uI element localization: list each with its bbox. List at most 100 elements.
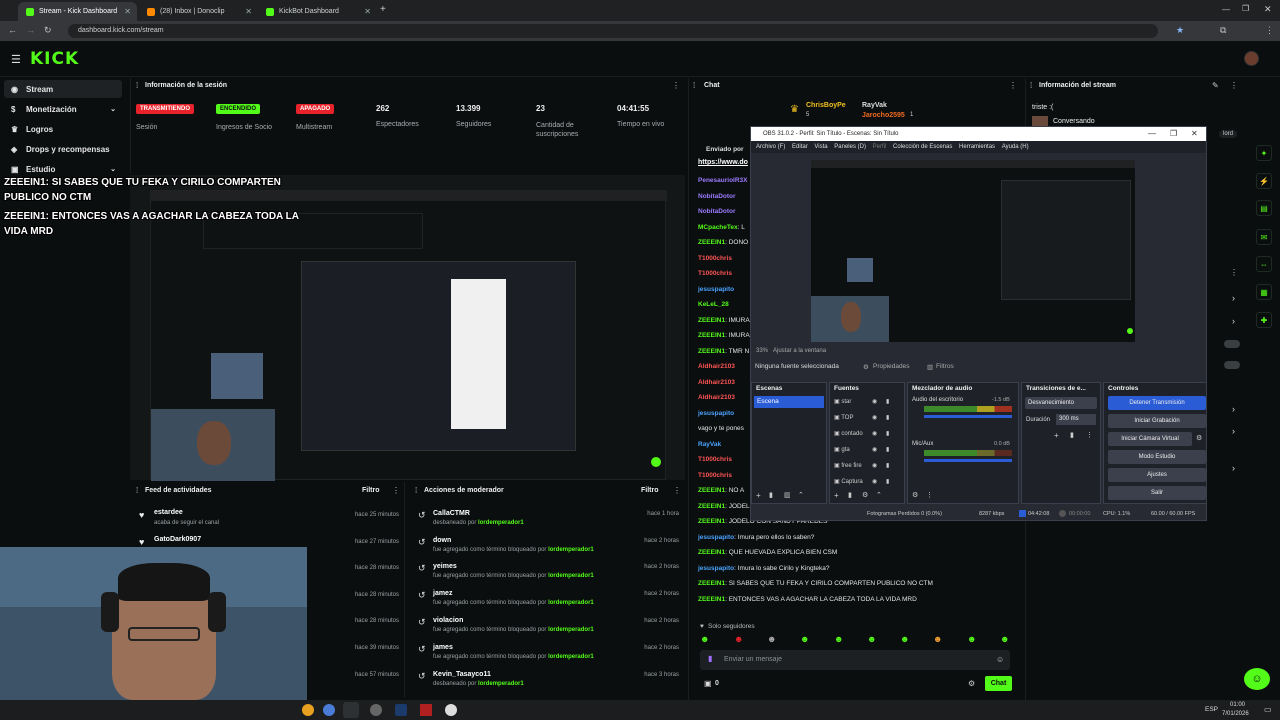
rail-doc-icon[interactable]: ▤ bbox=[1256, 200, 1272, 216]
clock-date[interactable]: 7/01/2026 bbox=[1222, 711, 1249, 717]
source-item[interactable]: ▣ star ◉ ▮ bbox=[834, 398, 902, 409]
chat-username[interactable]: ZEEEIN1 bbox=[698, 332, 725, 339]
chevron-right-icon[interactable]: › bbox=[1232, 426, 1235, 436]
mod-target[interactable]: jamez bbox=[433, 590, 452, 597]
chat-username[interactable]: T1000chris bbox=[698, 456, 732, 463]
emote-icon[interactable]: ☻ bbox=[967, 634, 976, 644]
browser-menu-icon[interactable]: ⋮ bbox=[1265, 25, 1274, 36]
lock-icon[interactable]: ▮ bbox=[886, 462, 889, 469]
chat-username[interactable]: jesuspapito bbox=[698, 534, 734, 541]
sidebar-item-stream[interactable]: ◉ Stream bbox=[4, 80, 122, 98]
chat-username[interactable]: T1000chris bbox=[698, 472, 732, 479]
minimize-window-icon[interactable]: — bbox=[1148, 127, 1156, 141]
scene-item-selected[interactable]: Escena bbox=[754, 396, 824, 408]
top-gifter-name[interactable]: ChrisBoyPe bbox=[806, 102, 846, 109]
feed-username[interactable]: GatoDark0907 bbox=[154, 536, 201, 543]
source-item[interactable]: ▣ free fire ◉ ▮ bbox=[834, 462, 902, 473]
menu-hamburger-icon[interactable]: ☰ bbox=[11, 53, 21, 66]
emote-icon[interactable]: ☻ bbox=[800, 634, 809, 644]
lock-icon[interactable]: ▮ bbox=[886, 398, 889, 405]
chat-username[interactable]: T1000chris bbox=[698, 255, 732, 262]
mod-target[interactable]: down bbox=[433, 537, 451, 544]
send-chat-button[interactable]: Chat bbox=[985, 676, 1012, 691]
mod-by[interactable]: lordemperador1 bbox=[548, 627, 594, 633]
mod-by[interactable]: lordemperador1 bbox=[548, 547, 594, 553]
chat-username[interactable]: Aldhair2103 bbox=[698, 394, 735, 401]
panel-menu-icon[interactable]: ⋮ bbox=[672, 81, 680, 90]
taskbar-app-icon[interactable] bbox=[302, 704, 314, 716]
chat-username[interactable]: ZEEEIN1 bbox=[698, 348, 725, 355]
desktop-audio-slider[interactable] bbox=[924, 415, 1012, 418]
taskbar-steam-icon[interactable] bbox=[395, 704, 407, 716]
mod-by[interactable]: lordemperador1 bbox=[478, 681, 524, 687]
gear-icon[interactable]: ⚙ bbox=[862, 491, 868, 499]
chat-input[interactable]: ▮ Enviar un mensaje ☺ bbox=[700, 650, 1010, 670]
obs-menu-item[interactable]: Vista bbox=[814, 144, 827, 150]
rail-grid-icon[interactable]: ▦ bbox=[1256, 284, 1272, 300]
sidebar-item-drops[interactable]: ◈ Drops y recompensas bbox=[4, 140, 122, 158]
sidebar-item-logros[interactable]: ♛ Logros bbox=[4, 120, 122, 138]
visibility-icon[interactable]: ◉ bbox=[872, 398, 877, 405]
obs-menu-item[interactable]: Archivo (F) bbox=[756, 144, 785, 150]
tag-chip[interactable]: lord bbox=[1219, 130, 1238, 138]
rail-flash-icon[interactable]: ⚡ bbox=[1256, 173, 1272, 189]
taskbar-chrome-icon[interactable] bbox=[323, 704, 335, 716]
mod-target[interactable]: violacion bbox=[433, 617, 463, 624]
kick-logo[interactable]: KICK bbox=[30, 49, 79, 69]
taskbar-app-icon[interactable] bbox=[420, 704, 432, 716]
lock-icon[interactable]: ▮ bbox=[886, 414, 889, 421]
close-tab-icon[interactable]: ✕ bbox=[245, 7, 252, 16]
virtual-camera-button[interactable]: Iniciar Cámara Virtual bbox=[1108, 432, 1192, 446]
language-indicator[interactable]: ESP bbox=[1205, 706, 1218, 713]
taskbar-obs-icon[interactable] bbox=[370, 704, 382, 716]
gear-icon[interactable]: ⚙ bbox=[1196, 434, 1202, 442]
chat-username[interactable]: MCpacheTex bbox=[698, 224, 738, 231]
chat-username[interactable]: ZEEEIN1 bbox=[698, 317, 725, 324]
tab-donoclip[interactable]: (28) Inbox | Donoclip ✕ bbox=[139, 2, 258, 21]
minimize-window-icon[interactable]: — bbox=[1222, 5, 1230, 14]
settings-icon[interactable]: ⚙ bbox=[968, 679, 975, 688]
taskbar-app-icon[interactable] bbox=[445, 704, 457, 716]
clock-time[interactable]: 01:00 bbox=[1230, 702, 1245, 708]
mod-target[interactable]: yeimes bbox=[433, 563, 457, 570]
obs-menu-item[interactable]: Colección de Escenas bbox=[893, 144, 952, 150]
mod-filter-button[interactable]: Filtro bbox=[641, 487, 659, 494]
chat-username[interactable]: NobitaDotor bbox=[698, 208, 736, 215]
source-item[interactable]: ▣ TOP ◉ ▮ bbox=[834, 414, 902, 425]
chat-username[interactable]: RayVak bbox=[698, 441, 721, 448]
panel-menu-icon[interactable]: ⋮ bbox=[1086, 431, 1093, 439]
panel-menu-icon[interactable]: ⋮ bbox=[673, 486, 681, 495]
obs-menu-item[interactable]: Paneles (D) bbox=[834, 144, 866, 150]
sidebar-item-monetizacion[interactable]: $ Monetización ⌄ bbox=[4, 100, 122, 118]
properties-button[interactable]: Propiedades bbox=[873, 363, 910, 370]
scene-filter-icon[interactable]: ▥ bbox=[784, 491, 791, 499]
chat-username[interactable]: jesuspapito bbox=[698, 565, 734, 572]
emoji-icon[interactable]: ☺ bbox=[996, 655, 1004, 664]
obs-menu-item[interactable]: Herramientas bbox=[959, 144, 995, 150]
filters-button[interactable]: Filtros bbox=[936, 363, 954, 370]
mod-target[interactable]: james bbox=[433, 644, 453, 651]
notification-icon[interactable]: ▭ bbox=[1264, 705, 1272, 714]
emote-icon[interactable]: ☻ bbox=[933, 634, 942, 644]
chat-username[interactable]: NobitaDotor bbox=[698, 193, 736, 200]
emote-icon[interactable]: ☻ bbox=[900, 634, 909, 644]
add-icon[interactable]: + bbox=[834, 491, 839, 500]
mod-by[interactable]: lordemperador1 bbox=[478, 520, 524, 526]
duration-input[interactable]: 300 ms bbox=[1056, 414, 1096, 425]
maximize-window-icon[interactable]: ❐ bbox=[1242, 4, 1249, 13]
fit-to-window-dropdown[interactable]: Ajustar a la ventana bbox=[773, 348, 826, 354]
emote-icon[interactable]: ☻ bbox=[834, 634, 843, 644]
top-gifter-name[interactable]: Jarocho2595 bbox=[862, 112, 905, 119]
mod-target[interactable]: Kevin_Tasayco11 bbox=[433, 671, 491, 678]
chat-username[interactable]: Aldhair2103 bbox=[698, 379, 735, 386]
close-tab-icon[interactable]: ✕ bbox=[364, 7, 371, 16]
category-value[interactable]: Conversando bbox=[1053, 118, 1095, 125]
toggle-switch[interactable] bbox=[1224, 361, 1240, 369]
lock-icon[interactable]: ▮ bbox=[886, 446, 889, 453]
tab-kickbot[interactable]: KickBot Dashboard ✕ bbox=[258, 2, 377, 21]
visibility-icon[interactable]: ◉ bbox=[872, 414, 877, 421]
chat-username[interactable]: PenesauriolR3X bbox=[698, 177, 748, 184]
obs-preview-canvas[interactable] bbox=[811, 160, 1135, 342]
source-item[interactable]: ▣ Captura ◉ ▮ bbox=[834, 478, 902, 489]
new-tab-icon[interactable]: + bbox=[380, 4, 386, 15]
